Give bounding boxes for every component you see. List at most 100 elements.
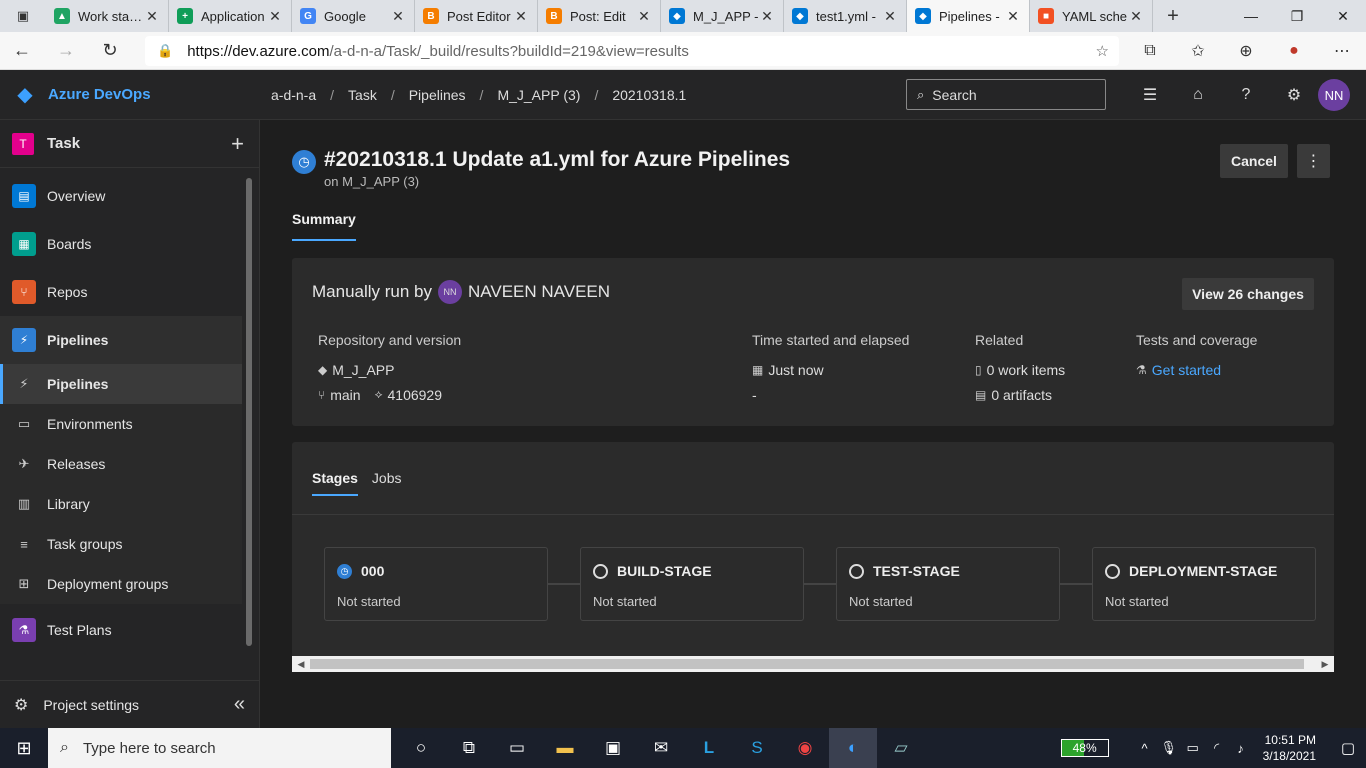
- browser-tab[interactable]: ■ YAML sche ✕: [1030, 0, 1153, 32]
- notifications-icon[interactable]: ▢: [1330, 739, 1366, 757]
- browser-tab[interactable]: ▲ Work status ✕: [46, 0, 169, 32]
- breadcrumb-item[interactable]: Pipelines: [409, 87, 466, 103]
- add-icon[interactable]: +: [231, 131, 244, 157]
- user-avatar[interactable]: NN: [1318, 79, 1350, 111]
- breadcrumb-item[interactable]: a-d-n-a: [271, 87, 316, 103]
- add-favorite-icon[interactable]: ☆: [1096, 42, 1109, 60]
- collapse-sidebar-icon[interactable]: «: [234, 693, 245, 716]
- profile-icon[interactable]: ●: [1270, 42, 1318, 60]
- favorites-icon[interactable]: ✩: [1174, 41, 1222, 61]
- cortana-icon[interactable]: ○: [397, 728, 445, 768]
- breadcrumb-item[interactable]: M_J_APP (3): [497, 87, 580, 103]
- branch-name[interactable]: main: [330, 387, 360, 403]
- microphone-icon[interactable]: 🎙: [1157, 740, 1181, 756]
- task-view-icon[interactable]: ⧉: [445, 728, 493, 768]
- battery-indicator[interactable]: 48%: [1060, 739, 1109, 757]
- tab-jobs[interactable]: Jobs: [372, 470, 402, 496]
- help-icon[interactable]: ?: [1222, 86, 1270, 104]
- tab-summary[interactable]: Summary: [292, 211, 356, 241]
- chevron-up-icon[interactable]: ^: [1133, 741, 1157, 756]
- commit-id[interactable]: 4106929: [388, 387, 443, 403]
- stage-card[interactable]: TEST-STAGE Not started: [836, 547, 1060, 621]
- battery-icon[interactable]: ▭: [1181, 740, 1205, 756]
- browser-tab[interactable]: G Google ✕: [292, 0, 415, 32]
- browser-tab[interactable]: ◆ M_J_APP - ✕: [661, 0, 784, 32]
- sidebar-item-overview[interactable]: ▤ Overview: [0, 172, 242, 220]
- chrome-icon[interactable]: ◉: [781, 728, 829, 768]
- close-window-icon[interactable]: ✕: [1320, 0, 1366, 32]
- close-tab-icon[interactable]: ✕: [882, 8, 898, 25]
- forward-icon[interactable]: →: [44, 40, 88, 61]
- azure-devops-logo-icon[interactable]: ◆: [13, 83, 37, 107]
- close-tab-icon[interactable]: ✕: [759, 8, 775, 25]
- repo-row[interactable]: ◆ M_J_APP: [318, 357, 461, 382]
- list-icon[interactable]: ☰: [1126, 85, 1174, 105]
- app-l-icon[interactable]: L: [685, 728, 733, 768]
- sidebar-subitem-deployment-groups[interactable]: ⊞ Deployment groups: [0, 564, 242, 604]
- sidebar-subitem-pipelines[interactable]: ⚡ Pipelines: [0, 364, 242, 404]
- view-changes-button[interactable]: View 26 changes: [1182, 278, 1314, 310]
- mail-icon[interactable]: ✉: [637, 728, 685, 768]
- project-settings[interactable]: ⚙ Project settings «: [0, 680, 259, 728]
- scroll-left-icon[interactable]: ◀: [294, 656, 308, 672]
- horizontal-scrollbar[interactable]: ◀ ▶: [292, 656, 1334, 672]
- user-settings-icon[interactable]: ⚙: [1270, 85, 1318, 105]
- restore-icon[interactable]: ❐: [1274, 0, 1320, 32]
- work-items-row[interactable]: ▯ 0 work items: [975, 357, 1065, 382]
- artifacts-row[interactable]: ▤ 0 artifacts: [975, 382, 1065, 407]
- close-tab-icon[interactable]: ✕: [390, 8, 406, 25]
- browser-tab[interactable]: B Post Editor ✕: [415, 0, 538, 32]
- sidebar-item-test-plans[interactable]: ⚗ Test Plans: [0, 606, 242, 654]
- close-tab-icon[interactable]: ✕: [1128, 8, 1144, 25]
- sidebar-subitem-task-groups[interactable]: ≡ Task groups: [0, 524, 242, 564]
- notes-icon[interactable]: ▱: [877, 728, 925, 768]
- marketplace-bag-icon[interactable]: ⌂: [1174, 86, 1222, 104]
- window-menu-icon[interactable]: ▣: [0, 0, 46, 32]
- close-tab-icon[interactable]: ✕: [267, 8, 283, 25]
- system-clock[interactable]: 10:51 PM 3/18/2021: [1263, 732, 1316, 764]
- extensions-icon[interactable]: ⧉: [1126, 42, 1174, 60]
- get-started-link[interactable]: Get started: [1152, 362, 1221, 378]
- more-actions-button[interactable]: ⋮: [1297, 144, 1330, 178]
- stage-card[interactable]: DEPLOYMENT-STAGE Not started: [1092, 547, 1316, 621]
- new-tab-button[interactable]: +: [1153, 0, 1193, 32]
- settings-more-icon[interactable]: ⋯: [1318, 41, 1366, 61]
- sidebar-item-repos[interactable]: ⑂ Repos: [0, 268, 242, 316]
- volume-icon[interactable]: ♪: [1229, 741, 1253, 756]
- close-tab-icon[interactable]: ✕: [513, 8, 529, 25]
- windows-start-icon[interactable]: ⊞: [0, 738, 48, 759]
- browser-tab[interactable]: ◆ test1.yml - ✕: [784, 0, 907, 32]
- cancel-button[interactable]: Cancel: [1220, 144, 1288, 178]
- sidebar-item-boards[interactable]: ▦ Boards: [0, 220, 242, 268]
- scroll-right-icon[interactable]: ▶: [1318, 656, 1332, 672]
- project-header[interactable]: T Task +: [0, 120, 259, 168]
- stage-card[interactable]: BUILD-STAGE Not started: [580, 547, 804, 621]
- browser-tab[interactable]: + Application ✕: [169, 0, 292, 32]
- horizontal-scrollbar-thumb[interactable]: [310, 659, 1304, 669]
- close-tab-icon[interactable]: ✕: [144, 8, 160, 25]
- close-tab-icon[interactable]: ✕: [1005, 8, 1021, 25]
- sidebar-scrollbar-thumb[interactable]: [246, 178, 252, 646]
- search-input[interactable]: ⌕ Search: [906, 79, 1106, 110]
- refresh-icon[interactable]: ↻: [88, 40, 132, 61]
- stage-card[interactable]: ◷ 000 Not started: [324, 547, 548, 621]
- pc-icon[interactable]: ▭: [493, 728, 541, 768]
- browser-tab[interactable]: B Post: Edit ✕: [538, 0, 661, 32]
- edge-icon[interactable]: ◐: [829, 728, 877, 768]
- tab-stages[interactable]: Stages: [312, 470, 358, 496]
- skype-icon[interactable]: S: [733, 728, 781, 768]
- minimize-icon[interactable]: —: [1228, 0, 1274, 32]
- close-tab-icon[interactable]: ✕: [636, 8, 652, 25]
- collections-icon[interactable]: ⊕: [1222, 41, 1270, 61]
- file-explorer-icon[interactable]: ▬: [541, 728, 589, 768]
- tests-row[interactable]: ⚗ Get started: [1136, 357, 1257, 382]
- taskbar-search-input[interactable]: ⌕ Type here to search: [48, 728, 391, 768]
- store-icon[interactable]: ▣: [589, 728, 637, 768]
- sidebar-subitem-library[interactable]: ▥ Library: [0, 484, 242, 524]
- browser-tab[interactable]: ◆ Pipelines - ✕: [907, 0, 1030, 32]
- breadcrumb-item[interactable]: Task: [348, 87, 377, 103]
- url-field[interactable]: 🔒 https://dev.azure.com/a-d-n-a/Task/_bu…: [145, 36, 1119, 66]
- sidebar-subitem-releases[interactable]: ✈ Releases: [0, 444, 242, 484]
- back-icon[interactable]: ←: [0, 40, 44, 61]
- breadcrumb-item[interactable]: 20210318.1: [612, 87, 686, 103]
